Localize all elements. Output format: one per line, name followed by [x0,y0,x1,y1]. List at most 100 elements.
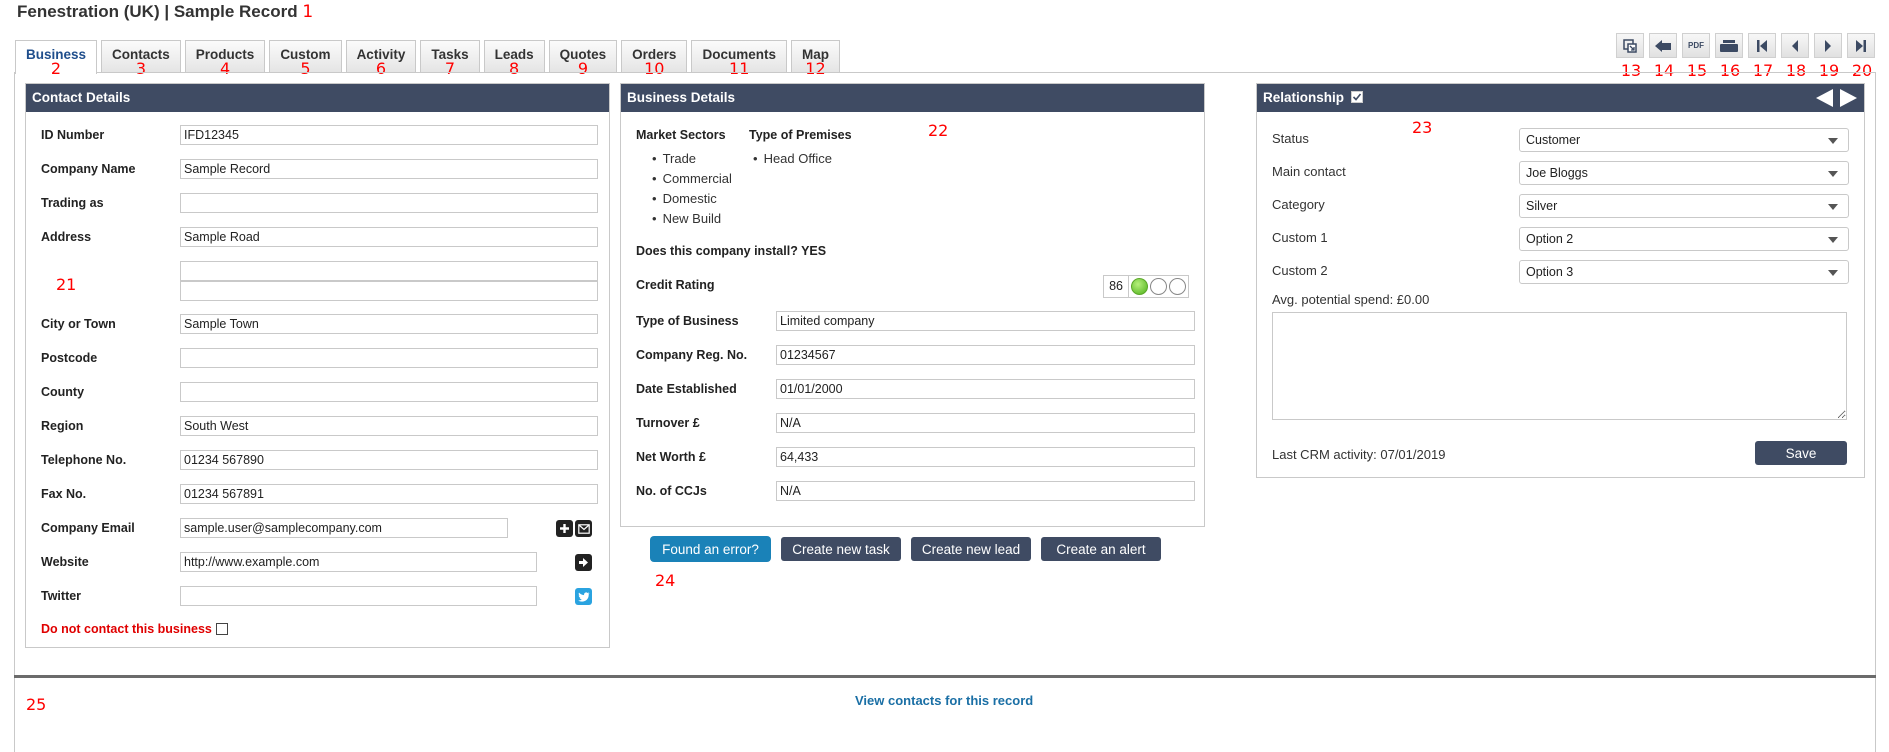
tab-products[interactable]: Products 4 [184,40,266,77]
website-input[interactable] [180,552,537,572]
next-record-button[interactable]: 19 [1814,33,1842,79]
tab-quotes[interactable]: Quotes 9 [548,40,618,77]
twitter-bird-icon [577,591,589,602]
tab-leads[interactable]: Leads 8 [483,40,545,77]
pdf-icon: PDF [1688,41,1704,50]
print-button[interactable]: 16 [1715,33,1743,79]
pdf-button[interactable]: PDF 15 [1682,33,1710,79]
twitter-button[interactable] [575,588,592,605]
tab-bar: Business 2 Contacts 3 Products 4 Custom 5 Ac… [15,40,840,78]
tab-orders[interactable]: Orders 10 [621,40,688,77]
contact-details-panel: Contact Details ID Number Company Name T… [25,83,610,648]
first-record-button[interactable]: 17 [1748,33,1776,79]
list-item: Head Office [753,149,832,169]
postcode-input[interactable] [180,348,598,368]
custom1-select[interactable]: Option 2 [1519,227,1849,251]
turnover-input[interactable] [776,413,1195,433]
company-name-input[interactable] [180,159,598,179]
chevron-down-icon [1828,237,1838,243]
credit-light-off [1150,278,1167,295]
found-error-button[interactable]: Found an error? [650,536,771,562]
credit-light-green [1131,278,1148,295]
tab-custom[interactable]: Custom 5 [269,40,342,77]
type-of-business-input[interactable] [776,311,1195,331]
section-divider [14,675,1876,678]
list-item: Commercial [652,169,732,189]
telephone-input[interactable] [180,450,598,470]
id-number-row: ID Number [41,124,598,146]
company-email-input[interactable] [180,518,508,538]
save-button[interactable]: Save [1755,441,1847,465]
reg-no-row: Company Reg. No. [636,344,1195,366]
previous-record-button[interactable]: 18 [1781,33,1809,79]
chevron-down-icon [1828,171,1838,177]
annotation-marker: 25 [26,695,47,714]
county-input[interactable] [180,382,598,402]
view-contacts-link[interactable]: View contacts for this record [855,693,1033,708]
send-email-button[interactable] [575,520,592,537]
back-button[interactable]: 14 [1649,33,1677,79]
tab-map[interactable]: Map 12 [790,40,840,77]
annotation-marker: 22 [928,121,949,140]
popout-button[interactable]: 13 [1616,33,1644,79]
company-reg-no-input[interactable] [776,345,1195,365]
do-not-contact-label: Do not contact this business [41,622,212,636]
do-not-contact-row: Do not contact this business [41,618,228,640]
list-item: New Build [652,209,732,229]
city-input[interactable] [180,314,598,334]
custom2-row: Custom 2 Option 3 [1272,260,1849,284]
avg-potential-spend: Avg. potential spend: £0.00 [1272,292,1430,307]
net-worth-input[interactable] [776,447,1195,467]
do-not-contact-checkbox[interactable] [215,623,228,635]
category-select[interactable]: Silver [1519,194,1849,218]
market-sectors-label: Market Sectors [636,128,726,142]
tab-business[interactable]: Business 2 [15,40,98,78]
previous-panel-icon[interactable] [1815,88,1834,108]
status-select[interactable]: Customer [1519,128,1849,152]
tab-contacts[interactable]: Contacts 3 [101,40,181,77]
next-panel-icon[interactable] [1839,88,1858,108]
plus-icon [560,524,569,533]
custom1-row: Custom 1 Option 2 [1272,227,1849,251]
address-line3-input[interactable] [180,281,598,301]
fax-input[interactable] [180,484,598,504]
date-established-input[interactable] [776,379,1195,399]
company-name-row: Company Name [41,158,598,180]
tab-activity[interactable]: Activity 6 [345,40,417,77]
region-input[interactable] [180,416,598,436]
annotation-marker: 2 [50,59,62,78]
annotation-marker: 1 [302,2,314,22]
add-email-button[interactable] [556,520,573,537]
trading-as-input[interactable] [180,193,598,213]
record-toolbar: 13 14 PDF 15 16 17 18 19 20 [1616,33,1875,79]
page-title: Fenestration (UK) | Sample Record 1 [17,2,314,22]
main-contact-select[interactable]: Joe Bloggs [1519,161,1849,185]
open-website-button[interactable] [575,554,592,571]
trading-as-row: Trading as [41,192,598,214]
address-line2-row [41,260,598,282]
notes-textarea[interactable] [1272,312,1847,420]
address-line2-input[interactable] [180,261,598,281]
custom2-select[interactable]: Option 3 [1519,260,1849,284]
twitter-input[interactable] [180,586,537,606]
tab-tasks[interactable]: Tasks 7 [420,40,480,77]
create-alert-button[interactable]: Create an alert [1041,537,1161,561]
create-task-button[interactable]: Create new task [781,537,901,561]
annotation-marker: 21 [56,275,77,294]
ccjs-input[interactable] [776,481,1195,501]
relationship-checkbox-icon[interactable] [1350,91,1363,103]
status-row: Status Customer [1272,128,1849,152]
address-line1-input[interactable] [180,227,598,247]
last-record-button[interactable]: 20 [1847,33,1875,79]
panel-heading: Relationship [1257,84,1864,112]
premises-list: Head Office [753,149,832,169]
id-number-input[interactable] [180,125,598,145]
business-details-panel: Business Details Market Sectors Type of … [620,83,1205,527]
create-lead-button[interactable]: Create new lead [911,537,1031,561]
back-arrow-icon [1655,39,1671,52]
type-of-business-row: Type of Business [636,310,1195,332]
tab-documents[interactable]: Documents 11 [691,40,787,77]
premises-label: Type of Premises [749,128,852,142]
print-icon [1720,39,1738,52]
market-sectors-list: Trade Commercial Domestic New Build [652,149,732,229]
